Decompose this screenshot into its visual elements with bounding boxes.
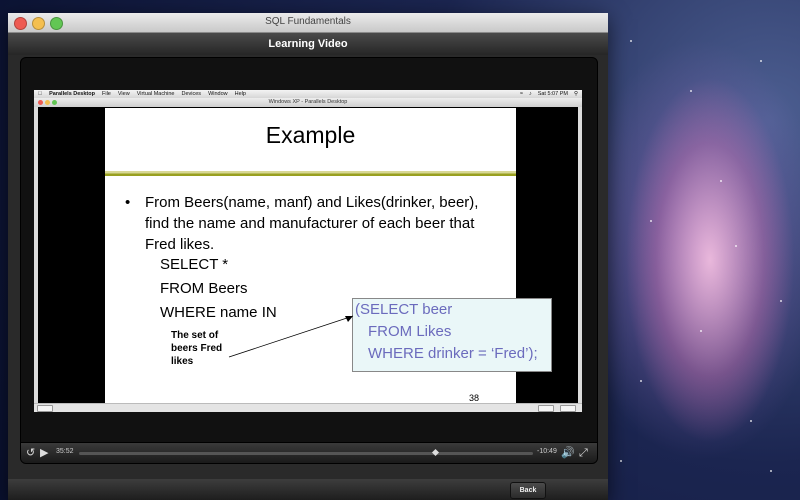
slide-number: 38	[468, 393, 479, 403]
vm-minimize-icon	[45, 100, 50, 105]
video-frame:  Parallels Desktop File View Virtual Ma…	[34, 90, 582, 412]
menu-file: File	[97, 91, 111, 97]
vm-title-bar: Windows XP - Parallels Desktop	[34, 98, 582, 107]
title-bar: SQL Fundamentals	[8, 13, 608, 33]
app-window: SQL Fundamentals Learning Video  Parall…	[8, 13, 608, 500]
wifi-icon: ≈	[519, 91, 523, 97]
vm-content: Example • From Beers(name, manf) and Lik…	[38, 107, 578, 404]
vm-gear-icon	[37, 405, 53, 412]
vm-menubar:  Parallels Desktop File View Virtual Ma…	[34, 90, 582, 98]
vm-status-bar	[34, 403, 582, 412]
volume-icon: ♪	[528, 91, 532, 97]
bottom-bar: Back	[8, 479, 608, 500]
player-controls: ↺ ▶ 35:52 -10:49 🔊 ⤢	[21, 442, 597, 463]
subquery-line: (SELECT beer	[355, 301, 453, 318]
annotation-text: The set of beers Fred likes	[171, 330, 223, 367]
subquery-line: FROM Likes	[368, 323, 452, 340]
vm-zoom-icon	[52, 100, 57, 105]
slide-bullet: • From Beers(name, manf) and Likes(drink…	[125, 192, 490, 255]
video-player[interactable]:  Parallels Desktop File View Virtual Ma…	[20, 57, 598, 464]
play-icon[interactable]: ▶	[40, 446, 48, 460]
scrubber-knob[interactable]	[432, 448, 440, 457]
subquery-line: WHERE drinker = ‘Fred’);	[368, 345, 538, 362]
vm-window-title: Windows XP - Parallels Desktop	[268, 99, 348, 105]
spotlight-icon: ⚲	[573, 91, 578, 97]
remaining-time: -10:49	[537, 448, 557, 455]
fullscreen-icon[interactable]: ⤢	[579, 446, 588, 460]
presentation-slide: Example • From Beers(name, manf) and Lik…	[105, 108, 552, 404]
apple-icon: 	[38, 91, 42, 97]
progress-scrubber[interactable]	[79, 448, 533, 457]
menu-view: View	[113, 91, 130, 97]
vm-view-icon	[560, 405, 576, 412]
window-title: SQL Fundamentals	[265, 16, 351, 27]
back-button[interactable]: Back	[510, 482, 546, 499]
bullet-text: From Beers(name, manf) and Likes(drinker…	[145, 194, 479, 253]
toolbar-title: Learning Video	[8, 33, 608, 55]
menu-help: Help	[230, 91, 246, 97]
vm-close-icon	[38, 100, 43, 105]
subquery-box: (SELECT beer FROM Likes WHERE drinker = …	[352, 298, 552, 372]
annotation-arrow	[228, 315, 354, 358]
rewind-icon[interactable]: ↺	[26, 446, 35, 460]
slide-title: Example	[265, 122, 356, 148]
menu-window: Window	[203, 91, 228, 97]
vm-settings-icon	[538, 405, 554, 412]
sql-from: FROM Beers	[160, 280, 248, 297]
bullet-icon: •	[125, 194, 131, 211]
menu-app: Parallels Desktop	[45, 91, 95, 97]
elapsed-time: 35:52	[56, 448, 74, 455]
slide-divider	[105, 171, 516, 176]
menu-devices: Devices	[177, 91, 202, 97]
menu-virtual-machine: Virtual Machine	[132, 91, 175, 97]
volume-icon[interactable]: 🔊	[561, 446, 575, 460]
vm-window: Windows XP - Parallels Desktop Example •…	[34, 98, 582, 412]
sql-select: SELECT *	[160, 256, 229, 273]
clock: Sat 5:07 PM	[537, 91, 568, 97]
